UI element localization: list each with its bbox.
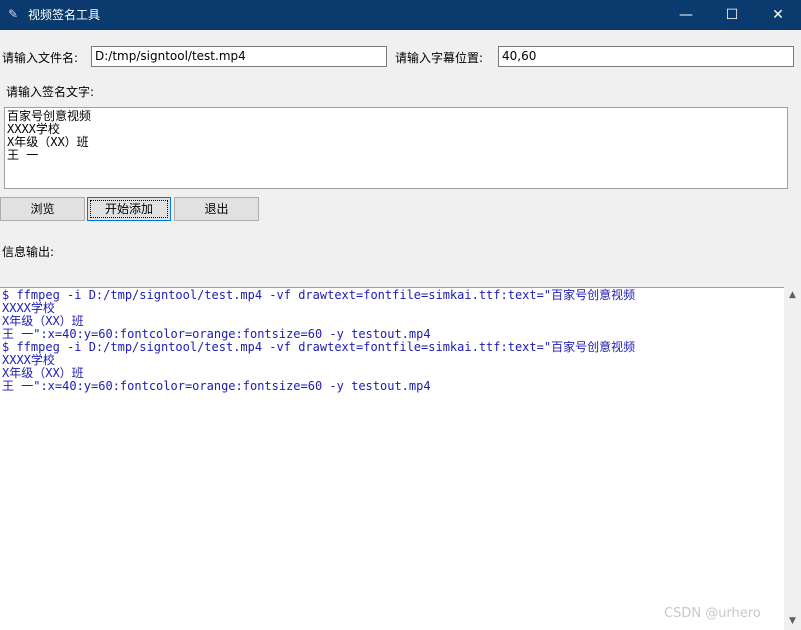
browse-button[interactable]: 浏览 <box>0 197 85 221</box>
sign-text-area[interactable]: 百家号创意视频 XXXX学校 X年级（XX）班 王 一 <box>4 107 788 189</box>
position-input[interactable]: 40,60 <box>498 46 794 67</box>
exit-button[interactable]: 退出 <box>174 197 259 221</box>
scroll-down-icon[interactable]: ▼ <box>784 613 801 630</box>
output-label: 信息输出: <box>2 245 55 259</box>
start-button[interactable]: 开始添加 <box>87 197 171 221</box>
window-title: 视频签名工具 <box>28 8 101 22</box>
position-label: 请输入字幕位置: <box>395 51 484 65</box>
feather-icon: ✎ <box>8 7 19 21</box>
filename-input[interactable]: D:/tmp/signtool/test.mp4 <box>91 46 387 67</box>
scroll-up-icon[interactable]: ▲ <box>784 287 801 304</box>
output-text-area[interactable]: $ ffmpeg -i D:/tmp/signtool/test.mp4 -vf… <box>0 287 784 630</box>
sign-text-label: 请输入签名文字: <box>6 85 95 99</box>
close-button[interactable]: ✕ <box>755 0 801 30</box>
minimize-button[interactable]: — <box>663 0 709 30</box>
watermark: CSDN @urhero <box>664 606 761 621</box>
filename-label: 请输入文件名: <box>2 51 79 65</box>
maximize-button[interactable]: ☐ <box>709 0 755 30</box>
title-bar: ✎ 视频签名工具 — ☐ ✕ <box>0 0 801 30</box>
output-scrollbar[interactable]: ▲ ▼ <box>784 287 801 630</box>
